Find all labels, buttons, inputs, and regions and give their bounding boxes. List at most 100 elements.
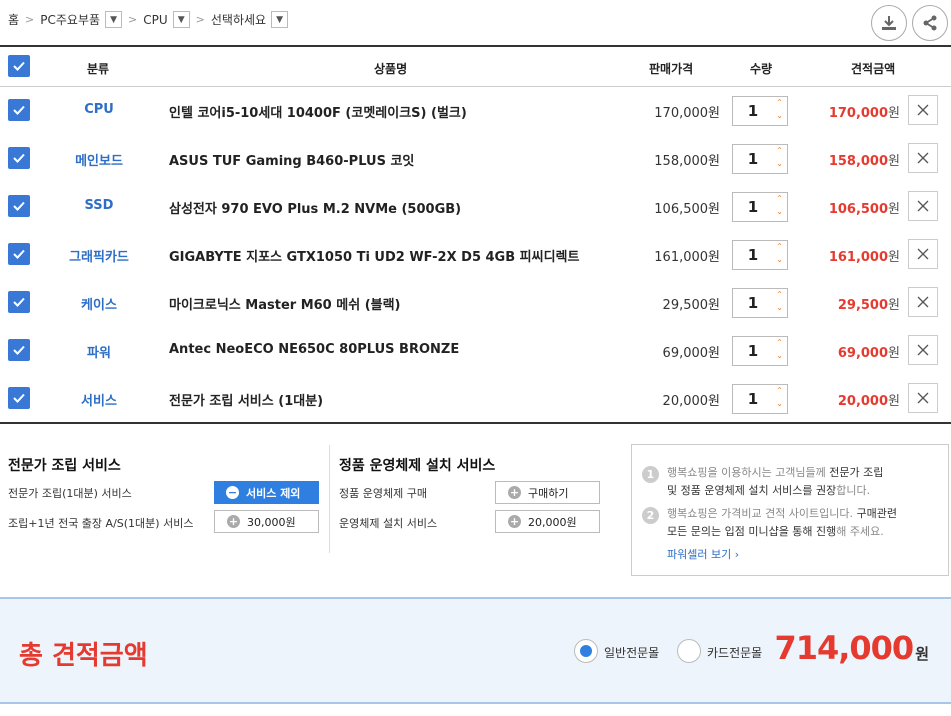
row-checkbox[interactable] <box>8 147 30 169</box>
chevron-down-icon[interactable]: ▼ <box>271 11 289 28</box>
row-price: 69,000원 <box>662 346 720 361</box>
breadcrumb-level2[interactable]: CPU <box>143 13 167 27</box>
quantity-stepper[interactable]: 1 ⌃ ⌄ <box>732 192 788 222</box>
table-row: 메인보드 ASUS TUF Gaming B460-PLUS 코잇 158,00… <box>0 135 951 183</box>
quantity-stepper[interactable]: 1 ⌃ ⌄ <box>732 144 788 174</box>
row-estimate: 29,500원 <box>837 298 900 313</box>
radio-card-mall[interactable] <box>677 639 701 663</box>
plus-icon: + <box>227 515 240 528</box>
row-product-name[interactable]: 인텔 코어i5-10세대 10400F (코멧레이크S) (벌크) <box>169 102 467 121</box>
row-checkbox[interactable] <box>8 339 30 361</box>
row-product-name[interactable]: 삼성전자 970 EVO Plus M.2 NVMe (500GB) <box>169 198 461 217</box>
share-icon[interactable] <box>912 5 948 41</box>
remove-row-button[interactable] <box>908 95 938 125</box>
quantity-stepper[interactable]: 1 ⌃ ⌄ <box>732 288 788 318</box>
table-row: 케이스 마이크로닉스 Master M60 메쉬 (블랙) 29,500원 1 … <box>0 279 951 327</box>
chevron-up-icon[interactable]: ⌃ <box>776 146 783 155</box>
chevron-up-icon[interactable]: ⌃ <box>776 98 783 107</box>
remove-row-button[interactable] <box>908 287 938 317</box>
chevron-down-icon[interactable]: ⌄ <box>776 303 783 312</box>
buy-os-button[interactable]: + 구매하기 <box>495 481 600 504</box>
radio-card-mall-label[interactable]: 카드전문몰 <box>707 644 762 661</box>
row-checkbox[interactable] <box>8 291 30 313</box>
remove-row-button[interactable] <box>908 239 938 269</box>
chevron-down-icon[interactable]: ⌄ <box>776 255 783 264</box>
exclude-service-button[interactable]: − 서비스 제외 <box>214 481 319 504</box>
assembly-item2-label: 조립+1년 전국 출장 A/S(1대분) 서비스 <box>8 517 194 530</box>
row-category[interactable]: 메인보드 <box>60 150 138 169</box>
row-product-name[interactable]: 전문가 조립 서비스 (1대분) <box>169 390 323 409</box>
row-category[interactable]: 그래픽카드 <box>60 246 138 265</box>
header-category: 분류 <box>87 62 110 76</box>
os-install-button[interactable]: +20,000원 <box>495 510 600 533</box>
chevron-down-icon[interactable]: ▼ <box>105 11 123 28</box>
assembly-title: 전문가 조립 서비스 <box>8 458 121 474</box>
quantity-stepper[interactable]: 1 ⌃ ⌄ <box>732 240 788 270</box>
row-category[interactable]: 파워 <box>60 342 138 361</box>
row-category[interactable]: CPU <box>60 102 138 117</box>
quantity-value[interactable]: 1 <box>733 150 773 168</box>
header-qty: 수량 <box>750 62 773 76</box>
table-row: 파워 Antec NeoECO NE650C 80PLUS BRONZE 69,… <box>0 327 951 375</box>
chevron-right-icon: > <box>128 13 138 26</box>
assembly-item1-label: 전문가 조립(1대분) 서비스 <box>8 487 132 500</box>
row-checkbox[interactable] <box>8 387 30 409</box>
radio-general-mall[interactable] <box>574 639 598 663</box>
row-checkbox[interactable] <box>8 243 30 265</box>
download-icon[interactable] <box>871 5 907 41</box>
breadcrumb-level3[interactable]: 선택하세요 <box>211 11 266 28</box>
total-panel: 총 견적금액 일반전문몰 카드전문몰 714,000 원 <box>0 597 951 704</box>
row-price: 106,500원 <box>654 202 720 217</box>
notice-number-2: 2 <box>642 507 659 524</box>
quantity-value[interactable]: 1 <box>733 294 773 312</box>
power-seller-link[interactable]: 파워셀러 보기 › <box>667 546 739 562</box>
row-estimate: 106,500원 <box>828 202 900 217</box>
close-icon <box>917 392 929 404</box>
remove-row-button[interactable] <box>908 335 938 365</box>
breadcrumb-level1[interactable]: PC주요부품 <box>40 11 100 28</box>
remove-row-button[interactable] <box>908 143 938 173</box>
quantity-value[interactable]: 1 <box>733 198 773 216</box>
remove-row-button[interactable] <box>908 191 938 221</box>
remove-row-button[interactable] <box>908 383 938 413</box>
row-category[interactable]: SSD <box>60 198 138 213</box>
quantity-value[interactable]: 1 <box>733 342 773 360</box>
breadcrumb: 홈 > PC주요부품 ▼ > CPU ▼ > 선택하세요 ▼ <box>8 11 289 28</box>
radio-general-mall-label[interactable]: 일반전문몰 <box>604 644 659 661</box>
chevron-down-icon[interactable]: ⌄ <box>776 111 783 120</box>
row-estimate: 20,000원 <box>837 394 900 409</box>
row-checkbox[interactable] <box>8 195 30 217</box>
row-price: 29,500원 <box>662 298 720 313</box>
os-title: 정품 운영체제 설치 서비스 <box>339 458 496 474</box>
chevron-down-icon[interactable]: ⌄ <box>776 351 783 360</box>
row-product-name[interactable]: Antec NeoECO NE650C 80PLUS BRONZE <box>169 342 459 357</box>
row-price: 170,000원 <box>654 106 720 121</box>
chevron-down-icon[interactable]: ⌄ <box>776 399 783 408</box>
row-checkbox[interactable] <box>8 99 30 121</box>
row-product-name[interactable]: ASUS TUF Gaming B460-PLUS 코잇 <box>169 150 414 169</box>
breadcrumb-home[interactable]: 홈 <box>8 11 19 28</box>
chevron-up-icon[interactable]: ⌃ <box>776 338 783 347</box>
chevron-down-icon[interactable]: ▼ <box>172 11 190 28</box>
row-product-name[interactable]: 마이크로닉스 Master M60 메쉬 (블랙) <box>169 294 401 313</box>
chevron-up-icon[interactable]: ⌃ <box>776 290 783 299</box>
quantity-value[interactable]: 1 <box>733 390 773 408</box>
select-all-checkbox[interactable] <box>8 55 30 77</box>
quantity-stepper[interactable]: 1 ⌃ ⌄ <box>732 384 788 414</box>
table-row: 그래픽카드 GIGABYTE 지포스 GTX1050 Ti UD2 WF-2X … <box>0 231 951 279</box>
row-category[interactable]: 서비스 <box>60 390 138 409</box>
quantity-stepper[interactable]: 1 ⌃ ⌄ <box>732 336 788 366</box>
row-category[interactable]: 케이스 <box>60 294 138 313</box>
quantity-value[interactable]: 1 <box>733 102 773 120</box>
close-icon <box>917 248 929 260</box>
chevron-down-icon[interactable]: ⌄ <box>776 159 783 168</box>
chevron-up-icon[interactable]: ⌃ <box>776 386 783 395</box>
row-product-name[interactable]: GIGABYTE 지포스 GTX1050 Ti UD2 WF-2X D5 4GB… <box>169 246 579 265</box>
chevron-up-icon[interactable]: ⌃ <box>776 242 783 251</box>
quantity-value[interactable]: 1 <box>733 246 773 264</box>
chevron-up-icon[interactable]: ⌃ <box>776 194 783 203</box>
quantity-stepper[interactable]: 1 ⌃ ⌄ <box>732 96 788 126</box>
chevron-down-icon[interactable]: ⌄ <box>776 207 783 216</box>
os-item1-label: 정품 운영체제 구매 <box>339 487 427 500</box>
as-service-button[interactable]: +30,000원 <box>214 510 319 533</box>
